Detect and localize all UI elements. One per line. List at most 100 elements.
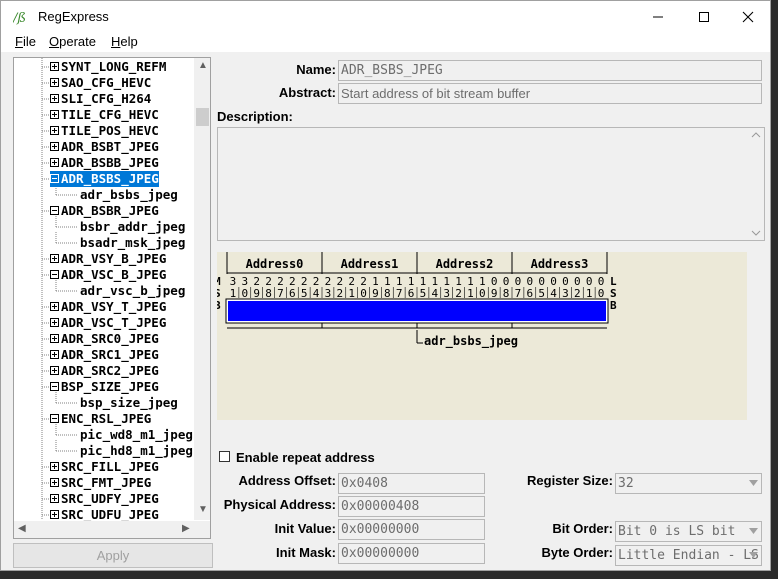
tree-node-label: pic_wd8_m1_jpeg: [80, 427, 193, 442]
expand-icon[interactable]: [50, 510, 59, 519]
byte-order-dropdown[interactable]: Little Endian - LS by: [615, 545, 762, 566]
repeat-address-checkbox[interactable]: [219, 451, 230, 462]
expand-icon[interactable]: [50, 62, 59, 71]
repeat-address-label: Enable repeat address: [236, 450, 375, 465]
bit-number-ones: 1: [348, 287, 355, 300]
expand-icon[interactable]: [50, 462, 59, 471]
tree-field-node[interactable]: bsadr_msk_jpeg: [80, 235, 185, 251]
menu-help[interactable]: Help: [111, 34, 138, 49]
tree-register-node[interactable]: BSP_SIZE_JPEG: [50, 379, 159, 395]
field-name-label: adr_bsbs_jpeg: [424, 334, 518, 349]
tree-register-node[interactable]: ADR_VSY_B_JPEG: [50, 251, 166, 267]
tree-node-label: ADR_BSBT_JPEG: [61, 139, 159, 154]
name-field[interactable]: ADR_BSBS_JPEG: [338, 60, 762, 81]
tree-field-node[interactable]: adr_bsbs_jpeg: [80, 187, 178, 203]
menu-operate[interactable]: Operate: [49, 34, 96, 49]
expand-icon[interactable]: [50, 158, 59, 167]
expand-icon[interactable]: [50, 478, 59, 487]
tree-node-label: ENC_RSL_JPEG: [61, 411, 152, 426]
expand-icon[interactable]: [50, 126, 59, 135]
tree-register-node[interactable]: ADR_VSY_T_JPEG: [50, 299, 166, 315]
address-offset-label: Address Offset:: [238, 473, 336, 488]
bit-number-ones: 2: [337, 287, 344, 300]
tree-node-label: ADR_BSBR_JPEG: [61, 203, 159, 218]
apply-button[interactable]: Apply: [13, 543, 213, 568]
collapse-icon[interactable]: [50, 382, 59, 391]
title-bar: /ß RegExpress: [1, 1, 770, 32]
scroll-left-icon[interactable]: ◀: [18, 523, 26, 534]
collapse-icon[interactable]: [50, 414, 59, 423]
tree-node-label: ADR_BSBS_JPEG: [61, 171, 159, 186]
physical-address-field[interactable]: 0x00000408: [338, 496, 485, 517]
expand-icon[interactable]: [50, 318, 59, 327]
expand-icon[interactable]: [50, 302, 59, 311]
bit-field-bar: [228, 301, 606, 321]
tree-register-node[interactable]: ADR_BSBR_JPEG: [50, 203, 159, 219]
expand-icon[interactable]: [50, 350, 59, 359]
collapse-icon[interactable]: [50, 174, 59, 183]
tree-register-node[interactable]: SRC_UDFY_JPEG: [50, 491, 159, 507]
bit-number-ones: 3: [562, 287, 569, 300]
expand-icon[interactable]: [50, 78, 59, 87]
tree-register-node[interactable]: SLI_CFG_H264: [50, 91, 151, 107]
tree-register-node[interactable]: TILE_POS_HEVC: [50, 123, 159, 139]
register-tree[interactable]: SYNT_LONG_REFM SAO_CFG_HEVC SLI_CFG_H264 TI…: [13, 57, 211, 539]
tree-field-node[interactable]: adr_vsc_b_jpeg: [80, 283, 185, 299]
init-mask-field[interactable]: 0x00000000: [338, 543, 485, 564]
expand-icon[interactable]: [50, 110, 59, 119]
bit-number-ones: 8: [384, 287, 391, 300]
collapse-icon[interactable]: [50, 270, 59, 279]
close-icon: [742, 11, 754, 22]
tree-register-node[interactable]: ADR_BSBS_JPEG: [50, 171, 159, 187]
tree-node-label: SAO_CFG_HEVC: [61, 75, 152, 90]
expand-icon[interactable]: [50, 254, 59, 263]
main-window: /ß RegExpress File Operate Help SYNT_LON…: [0, 0, 771, 571]
expand-icon[interactable]: [50, 334, 59, 343]
tree-vertical-scrollbar[interactable]: ▲ ▼: [194, 58, 210, 520]
maximize-button[interactable]: [681, 1, 727, 32]
scroll-down-icon[interactable]: ▼: [198, 504, 208, 515]
collapse-icon[interactable]: [50, 206, 59, 215]
bit-number-ones: 6: [289, 287, 296, 300]
tree-register-node[interactable]: SAO_CFG_HEVC: [50, 75, 151, 91]
tree-field-node[interactable]: bsp_size_jpeg: [80, 395, 178, 411]
tree-register-node[interactable]: SRC_FMT_JPEG: [50, 475, 151, 491]
description-field[interactable]: [217, 127, 765, 241]
bit-order-dropdown[interactable]: Bit 0 is LS bit: [615, 521, 762, 542]
expand-icon[interactable]: [50, 94, 59, 103]
tree-register-node[interactable]: SRC_FILL_JPEG: [50, 459, 159, 475]
physical-address-label: Physical Address:: [223, 497, 336, 512]
register-size-dropdown[interactable]: 32: [615, 473, 762, 494]
tree-node-label: TILE_CFG_HEVC: [61, 107, 159, 122]
tree-field-node[interactable]: pic_wd8_m1_jpeg: [80, 427, 193, 443]
bit-number-ones: 5: [538, 287, 545, 300]
tree-field-node[interactable]: bsbr_addr_jpeg: [80, 219, 185, 235]
menu-file[interactable]: File: [15, 34, 36, 49]
tree-register-node[interactable]: ADR_SRC2_JPEG: [50, 363, 159, 379]
description-scrollbar[interactable]: [748, 128, 764, 240]
minimize-button[interactable]: [635, 1, 681, 32]
tree-register-node[interactable]: SYNT_LONG_REFM: [50, 59, 166, 75]
tree-register-node[interactable]: ADR_VSC_T_JPEG: [50, 315, 166, 331]
expand-icon[interactable]: [50, 366, 59, 375]
expand-icon[interactable]: [50, 142, 59, 151]
tree-register-node[interactable]: ADR_SRC1_JPEG: [50, 347, 159, 363]
expand-icon[interactable]: [50, 494, 59, 503]
tree-register-node[interactable]: ADR_BSBB_JPEG: [50, 155, 159, 171]
tree-register-node[interactable]: ADR_BSBT_JPEG: [50, 139, 159, 155]
tree-register-node[interactable]: ENC_RSL_JPEG: [50, 411, 151, 427]
close-button[interactable]: [725, 1, 771, 32]
tree-register-node[interactable]: ADR_VSC_B_JPEG: [50, 267, 166, 283]
tree-horizontal-scrollbar[interactable]: ◀ ▶: [14, 521, 210, 538]
tree-register-node[interactable]: ADR_SRC0_JPEG: [50, 331, 159, 347]
tree-field-node[interactable]: pic_hd8_m1_jpeg: [80, 443, 193, 459]
abstract-field[interactable]: Start address of bit stream buffer: [338, 83, 762, 104]
tree-register-node[interactable]: TILE_CFG_HEVC: [50, 107, 159, 123]
address-offset-field[interactable]: 0x0408: [338, 473, 485, 494]
tree-node-label: bsadr_msk_jpeg: [80, 235, 186, 250]
init-value-field[interactable]: 0x00000000: [338, 519, 485, 540]
tree-node-label: ADR_VSC_B_JPEG: [61, 267, 167, 282]
scroll-right-icon[interactable]: ▶: [182, 523, 190, 534]
scroll-up-icon[interactable]: ▲: [198, 60, 208, 71]
tree-scroll-thumb[interactable]: [196, 108, 209, 126]
